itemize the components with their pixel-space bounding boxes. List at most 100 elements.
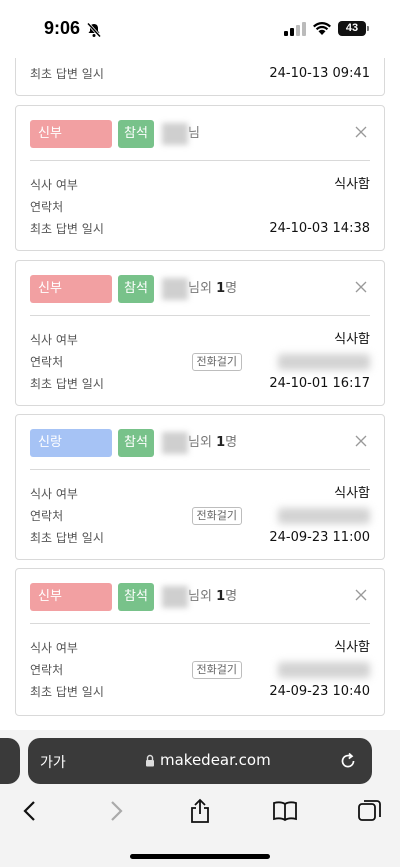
contact-label: 연락처 xyxy=(30,663,64,677)
tabs-icon[interactable] xyxy=(357,798,383,824)
first-reply-label: 최초 답변 일시 xyxy=(30,377,104,391)
lock-icon xyxy=(146,754,154,767)
bell-off-icon xyxy=(86,22,102,38)
count-unit: 명 xyxy=(225,435,238,450)
name-redacted xyxy=(162,122,188,145)
companion-count: 1 xyxy=(216,281,226,296)
card-header: 신부 참석 님외 1명 xyxy=(30,583,370,611)
side-badge: 신부 xyxy=(30,120,112,148)
guest-name: 님외 1명 xyxy=(162,429,237,457)
name-redacted xyxy=(162,277,188,300)
rsvp-card-partial: 최초 답변 일시 24-10-13 09:41 xyxy=(15,58,385,96)
home-indicator xyxy=(130,854,270,859)
name-suffix: 님외 xyxy=(188,281,217,296)
contact-row: 연락처 xyxy=(30,196,370,218)
guest-name: 님 xyxy=(162,120,200,148)
side-badge: 신랑 xyxy=(30,429,112,457)
meal-value: 식사함 xyxy=(334,332,370,347)
name-redacted xyxy=(162,585,188,608)
previous-tab-preview[interactable] xyxy=(0,738,20,784)
page-settings-button[interactable]: 가가 xyxy=(40,752,66,772)
close-icon[interactable] xyxy=(354,125,368,139)
rsvp-card: 신부 참석 님외 1명 식사 여부 식사함 연락처 전화걸기 최초 답변 일시 … xyxy=(15,260,385,406)
phone-redacted xyxy=(278,662,370,678)
rsvp-list[interactable]: 최초 답변 일시 24-10-13 09:41 신부 참석 님 식사 여부 식사… xyxy=(0,58,400,730)
attend-badge: 참석 xyxy=(118,275,154,303)
meal-label: 식사 여부 xyxy=(30,641,78,655)
meal-row: 식사 여부 식사함 xyxy=(30,174,370,196)
first-reply-value: 24-10-01 16:17 xyxy=(269,376,370,391)
first-reply-label: 최초 답변 일시 xyxy=(30,685,104,699)
call-button[interactable]: 전화걸기 xyxy=(191,507,242,525)
meal-value: 식사함 xyxy=(334,486,370,501)
first-reply-row: 최초 답변 일시 24-10-01 16:17 xyxy=(30,373,370,395)
back-icon[interactable] xyxy=(17,798,43,824)
name-suffix: 님외 xyxy=(188,435,217,450)
address-bar[interactable]: 가가 makedear.com xyxy=(28,738,372,784)
browser-toolbar xyxy=(0,794,400,828)
count-unit: 명 xyxy=(225,281,238,296)
meal-label: 식사 여부 xyxy=(30,178,78,192)
card-header: 신랑 참석 님외 1명 xyxy=(30,429,370,457)
share-icon[interactable] xyxy=(187,798,213,824)
card-header: 신부 참석 님 xyxy=(30,120,370,148)
name-suffix: 님외 xyxy=(188,589,217,604)
call-button[interactable]: 전화걸기 xyxy=(191,353,242,371)
close-icon[interactable] xyxy=(354,434,368,448)
first-reply-row: 최초 답변 일시 24-10-13 09:41 xyxy=(30,63,370,85)
first-reply-value: 24-10-13 09:41 xyxy=(269,66,370,81)
phone-redacted xyxy=(278,354,370,370)
close-icon[interactable] xyxy=(354,588,368,602)
divider xyxy=(30,315,370,316)
divider xyxy=(30,160,370,161)
reload-icon[interactable] xyxy=(338,751,358,771)
wifi-icon xyxy=(313,21,331,35)
contact-row: 연락처 전화걸기 xyxy=(30,351,370,373)
meal-label: 식사 여부 xyxy=(30,487,78,501)
status-time: 9:06 xyxy=(44,18,81,38)
battery-icon: 43 xyxy=(338,21,366,36)
companion-count: 1 xyxy=(216,435,226,450)
first-reply-value: 24-09-23 11:00 xyxy=(269,530,370,545)
first-reply-row: 최초 답변 일시 24-09-23 10:40 xyxy=(30,681,370,703)
contact-label: 연락처 xyxy=(30,200,64,214)
phone-redacted xyxy=(278,508,370,524)
forward-icon[interactable] xyxy=(103,798,129,824)
first-reply-label: 최초 답변 일시 xyxy=(30,222,104,236)
attend-badge: 참석 xyxy=(118,583,154,611)
guest-name: 님외 1명 xyxy=(162,583,237,611)
card-header: 신부 참석 님외 1명 xyxy=(30,275,370,303)
bookmarks-icon[interactable] xyxy=(272,798,298,824)
contact-label: 연락처 xyxy=(30,509,64,523)
signal-icon xyxy=(284,22,306,36)
call-button[interactable]: 전화걸기 xyxy=(191,661,242,679)
name-redacted xyxy=(162,431,188,454)
first-reply-row: 최초 답변 일시 24-09-23 11:00 xyxy=(30,527,370,549)
attend-badge: 참석 xyxy=(118,429,154,457)
close-icon[interactable] xyxy=(354,280,368,294)
meal-value: 식사함 xyxy=(334,177,370,192)
meal-row: 식사 여부 식사함 xyxy=(30,483,370,505)
attend-badge: 참석 xyxy=(118,120,154,148)
contact-label: 연락처 xyxy=(30,355,64,369)
first-reply-label: 최초 답변 일시 xyxy=(30,67,104,81)
first-reply-value: 24-10-03 14:38 xyxy=(269,221,370,236)
status-bar: 9:06 43 xyxy=(0,0,400,58)
meal-row: 식사 여부 식사함 xyxy=(30,329,370,351)
contact-row: 연락처 전화걸기 xyxy=(30,505,370,527)
first-reply-row: 최초 답변 일시 24-10-03 14:38 xyxy=(30,218,370,240)
guest-name: 님외 1명 xyxy=(162,275,237,303)
first-reply-label: 최초 답변 일시 xyxy=(30,531,104,545)
meal-value: 식사함 xyxy=(334,640,370,655)
count-unit: 명 xyxy=(225,589,238,604)
side-badge: 신부 xyxy=(30,583,112,611)
contact-row: 연락처 전화걸기 xyxy=(30,659,370,681)
rsvp-card: 신부 참석 님외 1명 식사 여부 식사함 연락처 전화걸기 최초 답변 일시 … xyxy=(15,568,385,716)
divider xyxy=(30,623,370,624)
url-text: makedear.com xyxy=(160,751,271,769)
companion-count: 1 xyxy=(216,589,226,604)
first-reply-value: 24-09-23 10:40 xyxy=(269,684,370,699)
meal-label: 식사 여부 xyxy=(30,333,78,347)
meal-row: 식사 여부 식사함 xyxy=(30,637,370,659)
browser-bar: 가가 makedear.com xyxy=(0,730,400,867)
